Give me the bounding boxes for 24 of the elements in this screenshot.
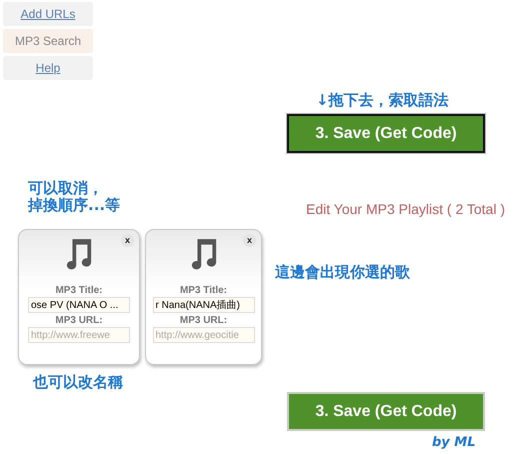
- save-button[interactable]: 3. Save (Get Code): [287, 114, 485, 153]
- nav-link[interactable]: Add URLs: [3, 2, 93, 26]
- save-button[interactable]: 3. Save (Get Code): [287, 392, 485, 431]
- annotation-text: by ML: [432, 434, 476, 451]
- close-button[interactable]: x: [243, 234, 256, 247]
- playlist-title: Edit Your MP3 Playlist ( 2 Total ): [306, 201, 505, 217]
- field-label: MP3 URL:: [55, 315, 103, 327]
- title-field[interactable]: ose PV (NANA O ...: [28, 297, 130, 313]
- annotation-text: 可以取消，: [28, 180, 103, 197]
- annotation-text: 也可以改名稱: [33, 374, 123, 391]
- annotation-text: ↓拖下去，索取語法: [316, 92, 449, 109]
- field-label: MP3 Title:: [180, 285, 228, 297]
- music-note-icon: [190, 237, 218, 271]
- title-field[interactable]: r Nana(NANA插曲): [152, 297, 254, 313]
- annotation-text: 掉換順序...等: [28, 197, 120, 214]
- close-button[interactable]: x: [121, 234, 134, 247]
- url-field[interactable]: http://www.geocitie: [152, 327, 254, 343]
- nav-link[interactable]: MP3 Search: [3, 29, 93, 53]
- url-field[interactable]: http://www.freewe: [28, 327, 130, 343]
- annotation-text: 這邊會出現你選的歌: [275, 264, 410, 281]
- nav-link[interactable]: Help: [3, 56, 93, 80]
- music-note-icon: [65, 237, 93, 271]
- field-label: MP3 Title:: [55, 285, 103, 297]
- field-label: MP3 URL:: [180, 315, 228, 327]
